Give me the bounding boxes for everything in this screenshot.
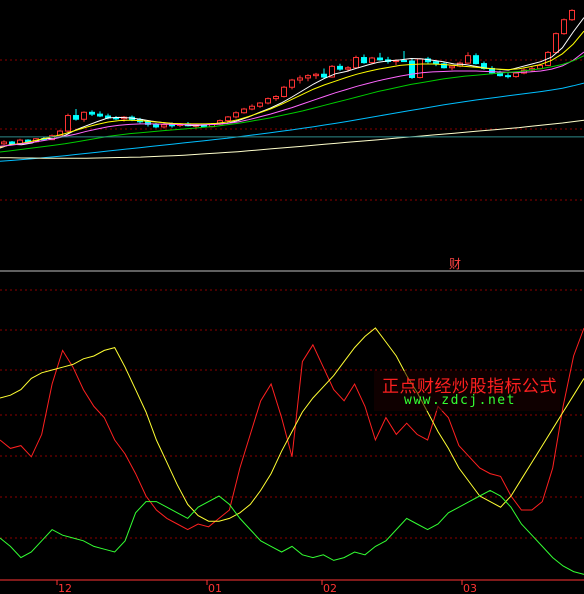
- candle-body: [225, 116, 231, 122]
- candle-body: [353, 57, 359, 69]
- moving-average-line: [0, 119, 584, 159]
- candle-body: [89, 111, 95, 115]
- watermark-url[interactable]: www.zdcj.net: [404, 393, 516, 408]
- candle-body: [9, 141, 15, 145]
- candle-body: [401, 60, 407, 63]
- candle-body: [313, 73, 319, 77]
- candle-body: [561, 19, 567, 35]
- candle-body: [97, 113, 103, 117]
- candle-body: [473, 55, 479, 65]
- candle-body: [409, 60, 415, 78]
- candle-body: [289, 79, 295, 88]
- candle-body: [433, 61, 439, 65]
- price-panel-candles: [1, 9, 575, 145]
- candle-body: [281, 86, 287, 98]
- x-tick-label: 12: [58, 582, 72, 594]
- candle-body: [169, 124, 175, 127]
- candle-body: [449, 65, 455, 69]
- candle-body: [321, 73, 327, 78]
- watermark-box: 正点财经炒股指标公式 www.zdcj.net: [374, 371, 560, 411]
- candle-body: [273, 96, 279, 100]
- candle-body: [377, 57, 383, 61]
- candle-body: [361, 57, 367, 64]
- candle-body: [257, 102, 263, 107]
- stock-chart: 财 12 01 02 03: [0, 9, 584, 594]
- candle-body: [569, 9, 575, 21]
- x-tick-label: 02: [323, 582, 337, 594]
- x-axis-ticks: 12 01 02 03: [56, 580, 477, 594]
- candle-body: [241, 108, 247, 114]
- indicator-line: [0, 327, 584, 531]
- candle-body: [265, 98, 271, 104]
- moving-average-line: [0, 55, 584, 153]
- candle-body: [297, 77, 303, 81]
- candle-body: [305, 75, 311, 79]
- candle-body: [1, 141, 7, 145]
- x-tick-label: 01: [208, 582, 222, 594]
- x-tick-label: 03: [463, 582, 477, 594]
- candle-body: [65, 115, 71, 132]
- candle-body: [505, 75, 511, 78]
- indicator-line: [0, 327, 584, 522]
- indicator-panel-grid: [0, 289, 584, 539]
- candle-body: [73, 115, 79, 120]
- indicator-line: [0, 489, 584, 575]
- candle-body: [161, 124, 167, 128]
- candle-body: [337, 65, 343, 70]
- event-marker-label[interactable]: 财: [449, 257, 461, 271]
- candle-body: [369, 57, 375, 64]
- candle-body: [513, 72, 519, 78]
- candle-body: [153, 123, 159, 128]
- candle-body: [233, 112, 239, 118]
- candle-body: [465, 55, 471, 64]
- indicator-panel-lines: [0, 327, 584, 575]
- price-panel-moving-averages: [0, 17, 584, 162]
- candle-body: [81, 111, 87, 120]
- candle-body: [417, 58, 423, 78]
- candle-body: [553, 33, 559, 53]
- candle-body: [345, 67, 351, 70]
- moving-average-line: [0, 82, 584, 162]
- candle-body: [249, 105, 255, 110]
